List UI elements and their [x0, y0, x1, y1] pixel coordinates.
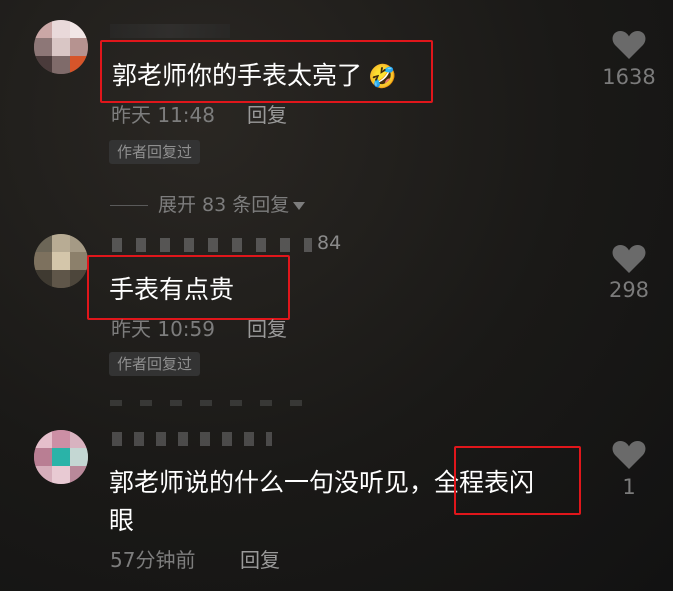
comment-item: 郭老师说的什么一句没听见，全程表闪 眼 57分钟前 回复 1	[0, 410, 673, 591]
like-count: 298	[608, 278, 650, 302]
comment-time: 昨天 10:59	[111, 317, 215, 341]
avatar[interactable]	[34, 20, 88, 74]
comment-item: 84 手表有点贵 昨天 10:59 回复 作者回复过 298	[0, 230, 673, 410]
comment-item: 郭老师你的手表太亮了 🤣 昨天 11:48 回复 作者回复过 展开 83 条回复 …	[0, 0, 673, 230]
avatar[interactable]	[34, 234, 88, 288]
reply-button[interactable]: 回复	[247, 99, 287, 128]
divider-line	[110, 205, 148, 206]
reply-button[interactable]: 回复	[240, 544, 280, 573]
highlight-box	[100, 40, 433, 103]
heart-icon[interactable]	[612, 244, 646, 274]
expand-replies-blurred[interactable]	[110, 400, 310, 406]
chevron-down-icon	[293, 201, 306, 210]
expand-replies-button[interactable]: 展开 83 条回复	[110, 190, 306, 217]
highlight-box	[87, 255, 290, 320]
username[interactable]: 84	[112, 232, 352, 254]
heart-icon[interactable]	[612, 440, 646, 470]
username-blurred[interactable]	[110, 24, 230, 38]
like-count: 1638	[602, 65, 656, 89]
avatar[interactable]	[34, 430, 88, 484]
reply-button[interactable]: 回复	[247, 313, 287, 342]
comment-time: 昨天 11:48	[111, 103, 215, 127]
like-count: 1	[622, 475, 636, 499]
author-replied-badge: 作者回复过	[109, 352, 201, 376]
heart-icon[interactable]	[612, 30, 646, 60]
comment-time: 57分钟前	[110, 548, 196, 572]
username-blurred	[112, 238, 312, 252]
author-replied-badge: 作者回复过	[109, 140, 201, 164]
username-blurred[interactable]	[112, 432, 272, 446]
highlight-box	[454, 446, 581, 515]
